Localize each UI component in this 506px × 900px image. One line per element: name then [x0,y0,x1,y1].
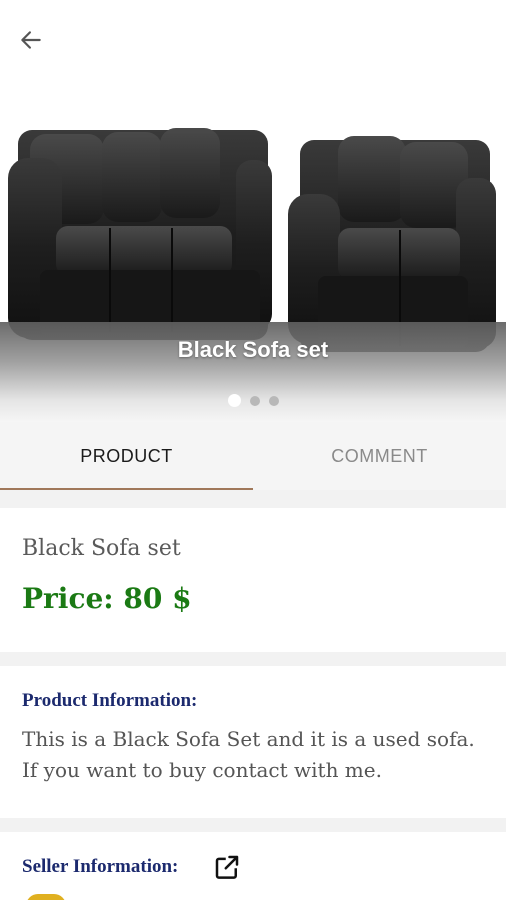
product-info-heading: Product Information: [22,690,198,711]
image-carousel[interactable]: Black Sofa set [0,0,506,422]
seller-avatar[interactable] [26,894,66,900]
product-info-text: This is a Black Sofa Set and it is a use… [22,727,475,782]
tab-product[interactable]: PRODUCT [0,422,253,490]
arrow-left-icon [21,31,41,49]
product-price: Price: 80 $ [22,582,192,615]
tab-product-label: PRODUCT [80,445,173,466]
carousel-dot[interactable] [249,396,260,406]
carousel-indicator [0,394,506,407]
carousel-dot-active[interactable] [227,394,241,407]
seller-info-heading: Seller Information: [22,856,179,877]
product-card: Black Sofa set Price: 80 $ [0,508,506,652]
tab-comment[interactable]: COMMENT [253,422,506,490]
product-name: Black Sofa set [22,536,181,561]
open-external-icon [215,855,239,879]
tab-comment-label: COMMENT [331,445,428,466]
carousel-dot[interactable] [268,396,279,406]
tab-indicator [0,488,253,490]
back-button[interactable] [18,22,62,58]
tab-bar: PRODUCT COMMENT [0,422,506,490]
open-seller-button[interactable] [212,852,242,882]
product-info-card: Product Information: This is a Black Sof… [0,666,506,818]
seller-info-card: Seller Information: [0,832,506,900]
carousel-title: Black Sofa set [177,337,329,362]
